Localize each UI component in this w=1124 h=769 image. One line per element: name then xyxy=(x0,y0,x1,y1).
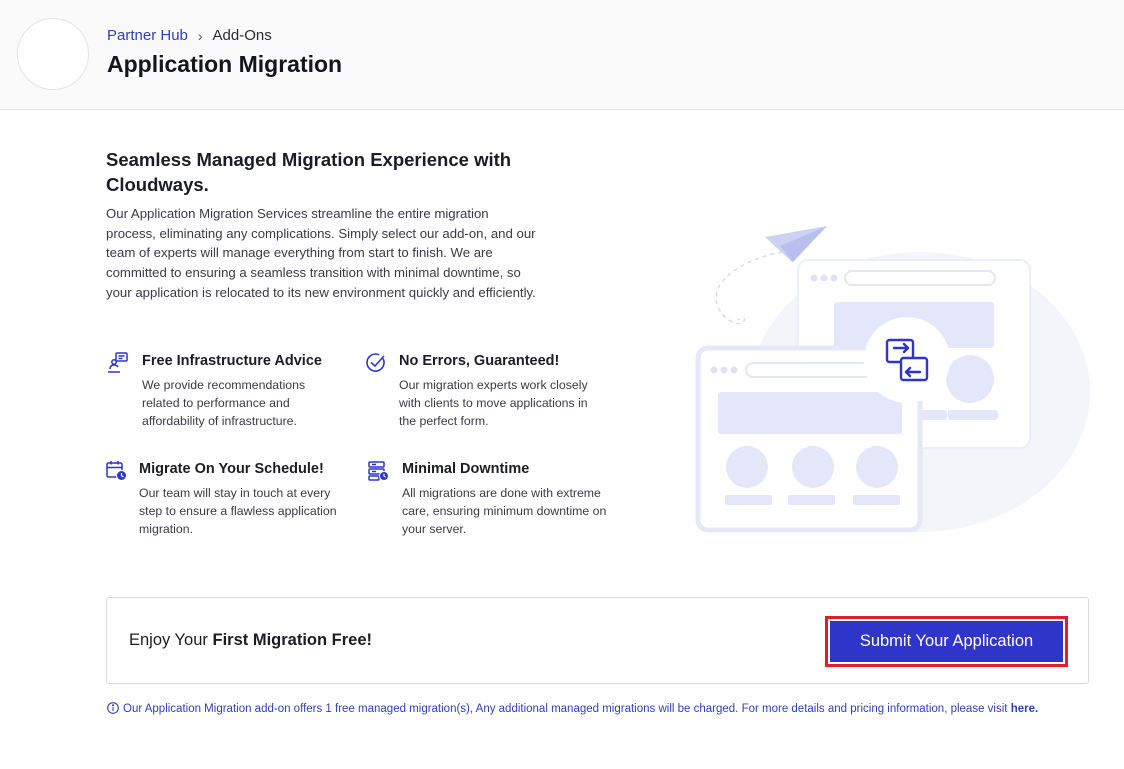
submit-button-highlight: Submit Your Application xyxy=(825,616,1068,667)
feature-migrate-on-schedule: Migrate On Your Schedule! Our team will … xyxy=(106,460,351,540)
submit-application-button[interactable]: Submit Your Application xyxy=(830,621,1063,662)
feature-description: Our migration experts work closely with … xyxy=(399,378,588,428)
feature-no-errors: No Errors, Guaranteed! Our migration exp… xyxy=(365,352,615,432)
feature-description: All migrations are done with extreme car… xyxy=(402,486,607,536)
calendar-clock-icon xyxy=(106,460,128,482)
pricing-note-text: Our Application Migration add-on offers … xyxy=(123,703,1008,715)
promo-text-prefix: Enjoy Your xyxy=(129,631,213,649)
intro-heading: Seamless Managed Migration Experience wi… xyxy=(106,149,512,195)
intro-text: Our Application Migration Services strea… xyxy=(106,206,536,300)
chevron-right-icon: › xyxy=(197,27,203,44)
feature-title: No Errors, Guaranteed! xyxy=(399,353,560,369)
breadcrumb-current: Add-Ons xyxy=(212,27,272,44)
feature-description: Our team will stay in touch at every ste… xyxy=(139,486,337,536)
infrastructure-advice-icon xyxy=(107,352,129,374)
feature-minimal-downtime: Minimal Downtime All migrations are done… xyxy=(368,460,613,540)
breadcrumb: Partner Hub › Add-Ons xyxy=(107,27,272,44)
pricing-details-link[interactable]: here. xyxy=(1011,703,1039,715)
feature-title: Minimal Downtime xyxy=(402,461,530,477)
breadcrumb-partner-hub-link[interactable]: Partner Hub xyxy=(107,27,188,44)
page-header: Partner Hub › Add-Ons Application Migrat… xyxy=(0,0,1124,110)
check-circle-icon xyxy=(365,352,387,374)
feature-title: Free Infrastructure Advice xyxy=(142,353,322,369)
avatar xyxy=(17,18,89,90)
migration-illustration xyxy=(690,222,1090,542)
pricing-note: Our Application Migration add-on offers … xyxy=(107,700,1067,722)
server-clock-icon xyxy=(368,460,390,482)
page-title: Application Migration xyxy=(107,51,343,77)
info-icon xyxy=(107,702,119,722)
promo-text: Enjoy Your First Migration Free! xyxy=(129,631,372,650)
free-migration-promo: Enjoy Your First Migration Free! Submit … xyxy=(106,597,1089,684)
feature-title: Migrate On Your Schedule! xyxy=(139,461,324,477)
promo-text-highlight: First Migration Free! xyxy=(212,631,372,649)
feature-infrastructure-advice: Free Infrastructure Advice We provide re… xyxy=(107,352,347,432)
feature-description: We provide recommendations related to pe… xyxy=(142,378,306,428)
